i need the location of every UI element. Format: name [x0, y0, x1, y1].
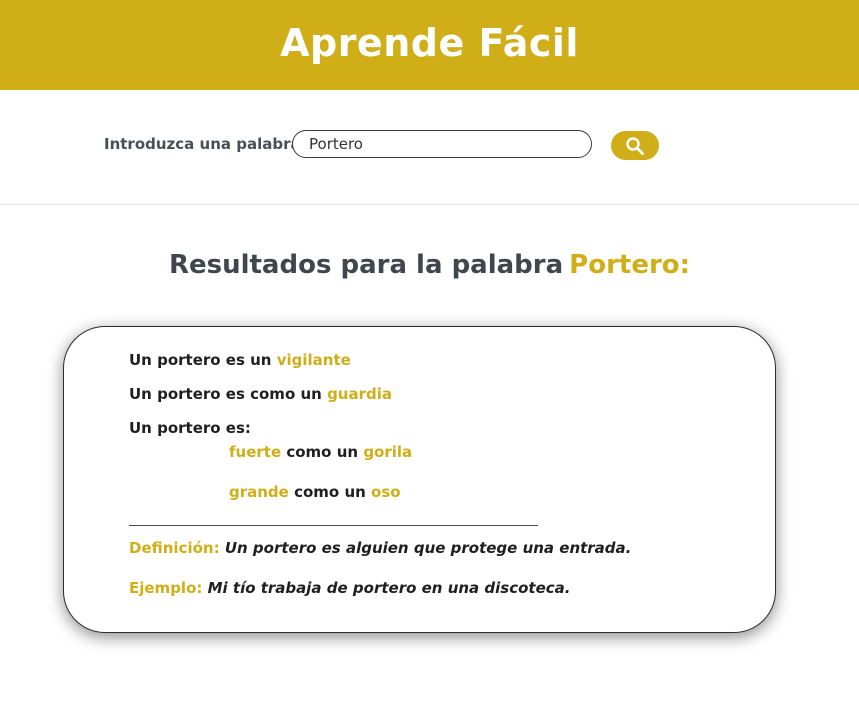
synonym-line: Un portero es un vigilante [129, 351, 351, 369]
comparison-middle: como un [294, 483, 366, 501]
search-icon [626, 136, 644, 155]
result-card: Un portero es un vigilante Un portero es… [63, 326, 776, 633]
search-button[interactable] [611, 131, 659, 160]
example-label: Ejemplo: [129, 579, 203, 597]
app-header: Aprende Fácil [0, 0, 859, 90]
divider [129, 525, 538, 526]
synonym-word: vigilante [276, 351, 351, 369]
results-word: Portero: [569, 250, 691, 280]
app-title: Aprende Fácil [280, 21, 579, 65]
comparison-adjective: fuerte [229, 443, 282, 461]
similar-prefix: Un portero es como un [129, 385, 322, 403]
definition-label: Definición: [129, 539, 220, 557]
definition-text: Un portero es alguien que protege una en… [224, 539, 632, 557]
similar-line: Un portero es como un guardia [129, 385, 392, 403]
comparison-middle: como un [286, 443, 359, 461]
search-bar: Introduzca una palabra: [0, 90, 859, 205]
results-title-prefix: Resultados para la palabra [168, 250, 564, 280]
comparison-item: grande como un oso [229, 483, 401, 501]
example-text: Mi tío trabaja de portero en una discote… [207, 579, 571, 597]
search-input[interactable] [292, 130, 592, 158]
search-label: Introduzca una palabra: [104, 135, 307, 153]
traits-heading: Un portero es: [129, 419, 251, 437]
comparison-adjective: grande [229, 483, 289, 501]
results-heading: Resultados para la palabra Portero: [0, 250, 859, 280]
comparison-noun: oso [371, 483, 401, 501]
synonym-prefix: Un portero es un [129, 351, 272, 369]
comparison-item: fuerte como un gorila [229, 443, 412, 461]
comparison-noun: gorila [363, 443, 413, 461]
definition-line: Definición: Un portero es alguien que pr… [129, 539, 631, 557]
similar-word: guardia [327, 385, 392, 403]
example-line: Ejemplo: Mi tío trabaja de portero en un… [129, 579, 570, 597]
